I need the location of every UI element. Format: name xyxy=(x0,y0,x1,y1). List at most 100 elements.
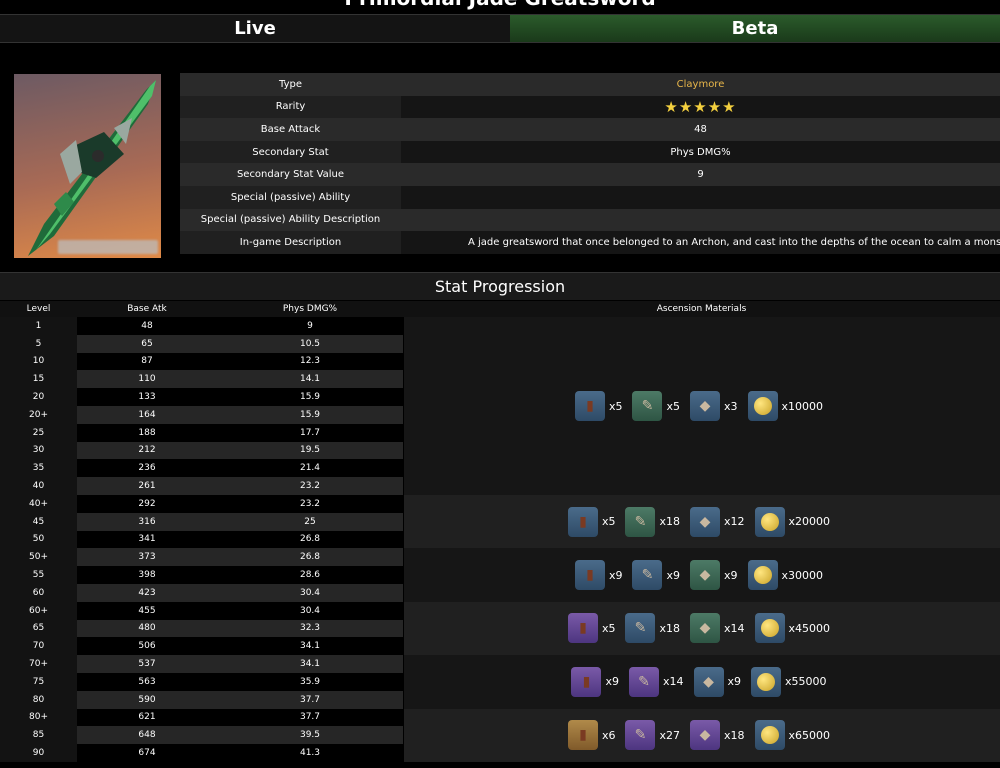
tab-live[interactable]: Live xyxy=(0,15,510,42)
ascension-materials-row: ▮ x5 ✎ x5 ◆ x3 x10000 xyxy=(404,317,1000,495)
common-drop-icon[interactable]: ◆ xyxy=(690,506,720,537)
info-label: Rarity xyxy=(180,95,401,119)
table-row: 60+ 455 30.4 xyxy=(0,601,403,620)
info-value xyxy=(401,208,1000,232)
mora-coin-icon[interactable] xyxy=(754,720,785,751)
base-atk-cell: 236 xyxy=(138,463,156,474)
material-count: x5 xyxy=(608,399,623,413)
material-count: x18 xyxy=(724,728,745,742)
common-drop-icon[interactable]: ◆ xyxy=(690,391,720,421)
base-atk-cell: 590 xyxy=(77,690,217,709)
material-count: x55000 xyxy=(785,675,827,689)
boss-drop-icon[interactable]: ▮ xyxy=(567,506,598,537)
phys-dmg-cell: 23.2 xyxy=(299,498,321,509)
level-cell: 60+ xyxy=(0,601,77,620)
phys-dmg-cell: 12.3 xyxy=(299,356,321,367)
base-atk-cell: 48 xyxy=(141,320,153,331)
stat-progression-header: Stat Progression xyxy=(0,272,1000,300)
base-atk-cell: 292 xyxy=(138,498,156,509)
mora-coin-icon[interactable] xyxy=(747,391,778,421)
material-count: x45000 xyxy=(788,621,831,635)
info-row: Secondary Stat Phys DMG% xyxy=(180,140,1000,164)
elite-drop-icon[interactable]: ✎ xyxy=(632,391,663,421)
base-atk-cell: 133 xyxy=(138,392,156,403)
phys-dmg-cell: 41.3 xyxy=(299,748,321,759)
material-count: x14 xyxy=(662,675,684,689)
material-count: x18 xyxy=(659,621,680,635)
table-row: 70 506 34.1 xyxy=(0,637,403,656)
phys-dmg-cell: 28.6 xyxy=(299,570,321,581)
header-ascension-materials: Ascension Materials xyxy=(656,304,747,314)
ascension-materials-row: ▮ x9 ✎ x14 ◆ x9 x55000 xyxy=(404,655,1000,709)
phys-dmg-cell: 32.3 xyxy=(217,619,403,638)
info-label: Base Attack xyxy=(180,118,401,141)
elite-drop-icon[interactable]: ✎ xyxy=(632,560,663,591)
phys-dmg-cell: 34.1 xyxy=(217,655,403,673)
weapon-info-table: Type Claymore Rarity ★★★★★ Base Attack 48 Seco… xyxy=(180,73,1000,254)
level-cell: 80 xyxy=(0,690,77,709)
base-atk-cell: 261 xyxy=(77,477,217,495)
material-count: x14 xyxy=(724,621,745,635)
phys-dmg-cell: 10.5 xyxy=(217,334,403,353)
boss-drop-icon[interactable]: ▮ xyxy=(574,560,605,591)
phys-dmg-cell: 21.4 xyxy=(299,463,321,474)
info-label: Special (passive) Ability Description xyxy=(180,208,401,232)
common-drop-icon[interactable]: ◆ xyxy=(690,613,720,644)
boss-drop-icon[interactable]: ▮ xyxy=(571,666,602,697)
table-row: 50+ 373 26.8 xyxy=(0,548,403,567)
common-drop-icon[interactable]: ◆ xyxy=(690,560,720,591)
elite-drop-icon[interactable]: ✎ xyxy=(625,720,656,751)
info-row: Secondary Stat Value 9 xyxy=(180,163,1000,186)
table-row: 1 48 9 xyxy=(0,317,403,335)
material-count: x9 xyxy=(727,675,742,689)
tab-beta[interactable]: Beta xyxy=(510,15,1000,42)
level-cell: 30 xyxy=(0,441,77,460)
elite-drop-icon[interactable]: ✎ xyxy=(625,613,656,644)
base-atk-cell: 373 xyxy=(77,548,217,567)
table-row: 75 563 35.9 xyxy=(0,672,403,691)
mora-coin-icon[interactable] xyxy=(747,560,778,591)
mora-coin-icon[interactable] xyxy=(754,506,785,537)
base-atk-cell: 398 xyxy=(138,570,156,581)
material-count: x65000 xyxy=(788,728,831,742)
boss-drop-icon[interactable]: ▮ xyxy=(567,613,598,644)
common-drop-icon[interactable]: ◆ xyxy=(690,720,720,751)
table-row: 20 133 15.9 xyxy=(0,388,403,406)
material-count: x5 xyxy=(666,399,680,413)
phys-dmg-cell: 19.5 xyxy=(217,441,403,460)
material-count: x20000 xyxy=(788,515,831,529)
level-cell: 70 xyxy=(0,637,77,656)
phys-dmg-cell: 15.9 xyxy=(299,392,321,403)
material-count: x9 xyxy=(666,568,680,582)
phys-dmg-cell: 15.9 xyxy=(217,405,403,424)
common-drop-icon[interactable]: ◆ xyxy=(693,666,724,697)
boss-drop-icon[interactable]: ▮ xyxy=(574,391,605,421)
image-caption-blur xyxy=(58,240,158,254)
level-cell: 5 xyxy=(0,334,77,353)
info-row: Base Attack 48 xyxy=(180,118,1000,141)
base-atk-cell: 341 xyxy=(138,534,156,545)
base-atk-cell: 480 xyxy=(77,619,217,638)
table-row: 65 480 32.3 xyxy=(0,619,403,638)
level-cell: 60 xyxy=(0,583,77,602)
elite-drop-icon[interactable]: ✎ xyxy=(625,506,656,537)
mora-coin-icon[interactable] xyxy=(751,666,782,697)
phys-dmg-cell: 23.2 xyxy=(217,477,403,495)
table-row: 90 674 41.3 xyxy=(0,744,403,762)
info-value: Phys DMG% xyxy=(401,140,1000,164)
level-cell: 85 xyxy=(0,726,77,745)
info-label: Type xyxy=(180,73,401,96)
level-cell: 40 xyxy=(0,477,77,495)
table-row: 45 316 25 xyxy=(0,512,403,531)
table-row: 40 261 23.2 xyxy=(0,477,403,495)
info-row: Special (passive) Ability Description xyxy=(180,208,1000,232)
boss-drop-icon[interactable]: ▮ xyxy=(567,720,598,751)
elite-drop-icon[interactable]: ✎ xyxy=(628,666,659,697)
ascension-materials-row: ▮ x5 ✎ x18 ◆ x12 x20000 xyxy=(404,495,1000,549)
info-row: In-game Description A jade greatsword tha… xyxy=(180,231,1000,254)
table-row: 70+ 537 34.1 xyxy=(0,655,403,673)
phys-dmg-cell: 14.1 xyxy=(217,370,403,389)
base-atk-cell: 65 xyxy=(77,334,217,353)
phys-dmg-cell: 37.7 xyxy=(299,712,321,723)
mora-coin-icon[interactable] xyxy=(754,613,785,644)
